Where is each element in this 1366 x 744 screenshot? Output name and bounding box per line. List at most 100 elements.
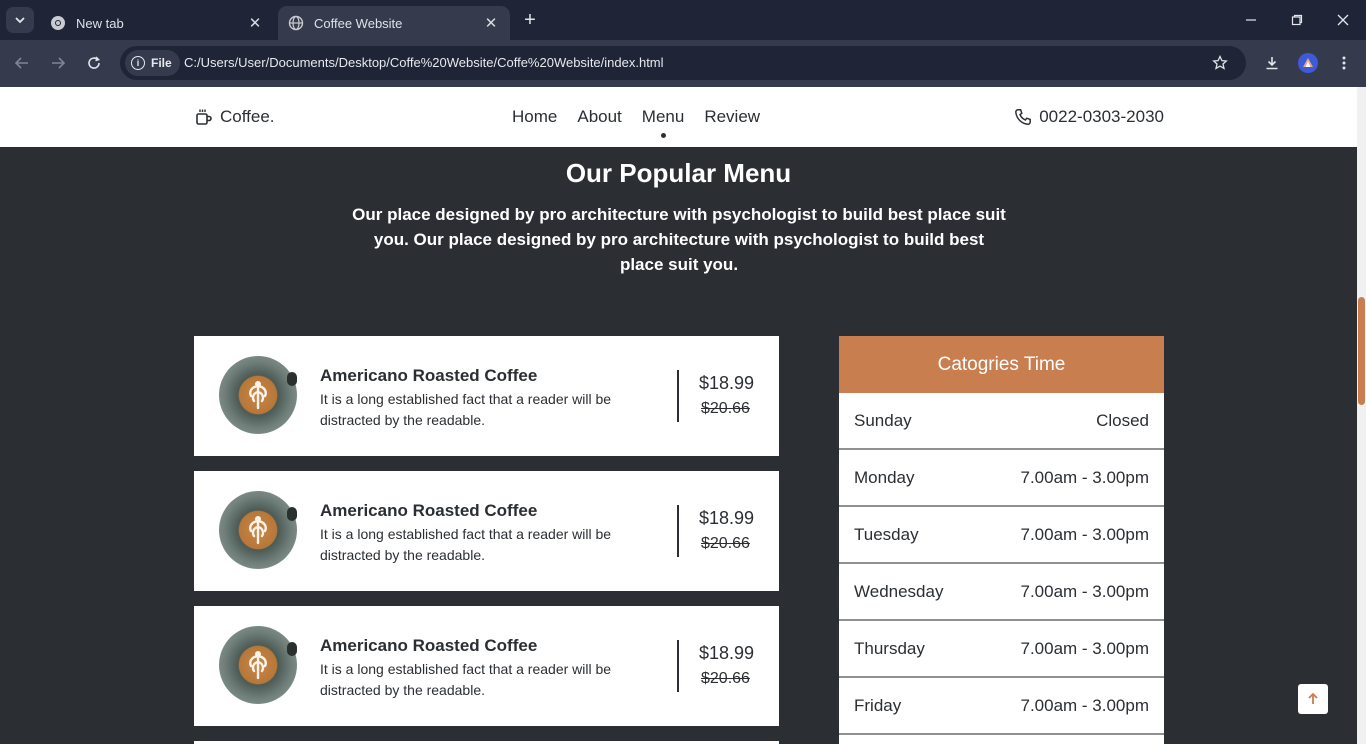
downloads-button[interactable] (1260, 51, 1284, 75)
download-icon (1266, 57, 1278, 70)
latte-art-icon (249, 651, 267, 680)
menu-item-card[interactable]: Americano Roasted Coffee It is a long es… (194, 471, 779, 591)
nav-link-menu[interactable]: Menu (642, 107, 684, 138)
tab-title: Coffee Website (314, 15, 403, 31)
nav-link-home[interactable]: Home (512, 107, 557, 127)
browser-tab-strip: New tab ✕ Coffee Website ✕ + (0, 0, 1366, 40)
info-icon: i (131, 56, 145, 70)
reload-button[interactable] (82, 51, 106, 75)
menu-item-price: $18.99 (699, 508, 755, 528)
hours-day: Friday (854, 695, 902, 715)
main-nav: Home About Menu Review (512, 107, 780, 138)
reload-icon (88, 56, 100, 69)
page-scrollbar[interactable] (1357, 87, 1366, 744)
hours-time: 7.00am - 3.00pm (1020, 695, 1149, 715)
restore-icon (1291, 14, 1303, 26)
scrollbar-thumb[interactable] (1358, 297, 1365, 405)
hours-row: Tuesday 7.00am - 3.00pm (839, 507, 1164, 564)
close-icon (1337, 14, 1349, 26)
close-tab-icon[interactable]: ✕ (246, 14, 264, 32)
coffee-image (219, 491, 297, 569)
hours-time: 7.00am - 3.00pm (1020, 638, 1149, 658)
hours-time: Closed (1096, 410, 1149, 430)
scroll-to-top-button[interactable] (1298, 684, 1328, 714)
menu-item-description: It is a long established fact that a rea… (320, 526, 612, 563)
menu-item-card[interactable]: Americano Roasted Coffee It is a long es… (194, 336, 779, 456)
hours-day: Wednesday (854, 581, 944, 601)
more-menu-button[interactable] (1332, 51, 1356, 75)
latte-art-icon (249, 381, 267, 410)
menu-item-description: It is a long established fact that a rea… (320, 391, 612, 428)
hours-day: Thursday (854, 638, 925, 658)
cup-handle (287, 642, 297, 656)
brand-logo[interactable]: Coffee. (195, 107, 275, 127)
hours-table: Catogries Time Sunday Closed Monday 7.00… (839, 336, 1164, 744)
site-info-chip[interactable]: i File (125, 50, 180, 76)
nav-link-about[interactable]: About (577, 107, 621, 127)
web-page: Coffee. Home About Menu Review 0022-0303… (0, 87, 1357, 744)
avatar (1298, 53, 1318, 73)
address-bar[interactable]: i File C:/Users/User/Documents/Desktop/C… (120, 46, 1246, 80)
phone-contact[interactable]: 0022-0303-2030 (1014, 107, 1164, 127)
phone-icon (1015, 109, 1032, 125)
profile-avatar-icon (1303, 58, 1313, 67)
close-window-button[interactable] (1320, 0, 1366, 40)
bookmark-star-icon[interactable] (1210, 53, 1230, 73)
globe-icon (288, 15, 304, 31)
menu-item-price: $18.99 (699, 643, 755, 663)
cup-handle (287, 372, 297, 386)
menu-item-name: Americano Roasted Coffee (320, 636, 538, 655)
menu-item-price: $18.99 (699, 373, 755, 393)
hours-title: Catogries Time (839, 336, 1164, 393)
tab-search-button[interactable] (6, 7, 34, 33)
menu-item-name: Americano Roasted Coffee (320, 366, 538, 385)
menu-item-name: Americano Roasted Coffee (320, 501, 538, 520)
price-divider (677, 370, 679, 422)
arrow-up-icon (1308, 692, 1318, 704)
price-divider (677, 640, 679, 692)
url-text[interactable]: C:/Users/User/Documents/Desktop/Coffe%20… (184, 55, 664, 70)
browser-tab-coffee-website[interactable]: Coffee Website ✕ (278, 6, 510, 40)
menu-item-card[interactable]: Americano Roasted Coffee It is a long es… (194, 606, 779, 726)
phone-number: 0022-0303-2030 (1039, 107, 1164, 126)
hours-time: 7.00am - 3.00pm (1020, 524, 1149, 544)
chevron-down-icon (15, 17, 25, 24)
coffee-image (219, 356, 297, 434)
new-tab-button[interactable]: + (518, 8, 542, 32)
nav-link-review[interactable]: Review (704, 107, 760, 127)
arrow-right-icon (52, 57, 66, 69)
menu-item-old-price: $20.66 (701, 400, 750, 417)
tab-title: New tab (76, 15, 124, 31)
close-tab-icon[interactable]: ✕ (482, 14, 500, 32)
latte-art-icon (249, 516, 267, 545)
profile-button[interactable] (1296, 51, 1320, 75)
coffee-cup-icon (196, 109, 212, 125)
site-header: Coffee. Home About Menu Review 0022-0303… (0, 87, 1357, 147)
back-button[interactable] (10, 51, 34, 75)
hours-day: Monday (854, 467, 915, 487)
hours-row (839, 735, 1164, 744)
chrome-icon (50, 15, 66, 31)
cup-handle (287, 507, 297, 521)
browser-toolbar: i File C:/Users/User/Documents/Desktop/C… (0, 40, 1366, 87)
hours-row: Wednesday 7.00am - 3.00pm (839, 564, 1164, 621)
hours-row: Friday 7.00am - 3.00pm (839, 678, 1164, 735)
forward-button[interactable] (46, 51, 70, 75)
arrow-left-icon (14, 57, 28, 69)
minimize-icon (1246, 19, 1256, 21)
hours-row: Sunday Closed (839, 393, 1164, 450)
hours-row: Monday 7.00am - 3.00pm (839, 450, 1164, 507)
menu-item-old-price: $20.66 (701, 535, 750, 552)
kebab-menu-icon (1342, 56, 1346, 70)
site-info-label: File (151, 56, 172, 70)
restore-window-button[interactable] (1274, 0, 1320, 40)
price-divider (677, 505, 679, 557)
brand-name: Coffee. (220, 107, 275, 126)
hours-day: Tuesday (854, 524, 919, 544)
coffee-image (219, 626, 297, 704)
hours-row: Thursday 7.00am - 3.00pm (839, 621, 1164, 678)
menu-item-description: It is a long established fact that a rea… (320, 661, 612, 698)
browser-tab-new-tab[interactable]: New tab ✕ (40, 6, 274, 40)
hours-time: 7.00am - 3.00pm (1020, 467, 1149, 487)
minimize-window-button[interactable] (1228, 0, 1274, 40)
